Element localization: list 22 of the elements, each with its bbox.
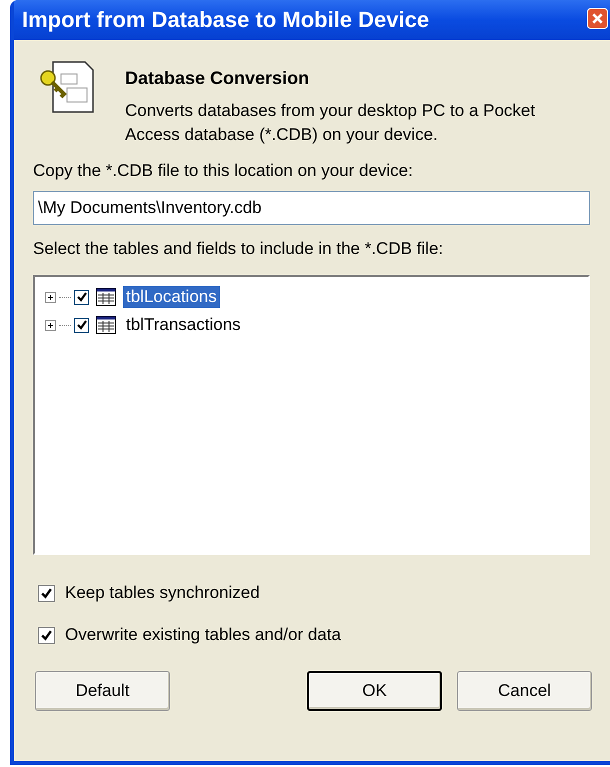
table-checkbox[interactable] bbox=[74, 318, 89, 332]
window-title: Import from Database to Mobile Device bbox=[22, 7, 430, 33]
location-label: Copy the *.CDB file to this location on your device: bbox=[33, 161, 414, 181]
tables-label: Select the tables and fields to include in the *.CDB file: bbox=[33, 239, 444, 259]
option-checkbox[interactable] bbox=[38, 584, 55, 602]
expand-icon[interactable] bbox=[45, 292, 56, 302]
location-field[interactable]: \My Documents\Inventory.cdb bbox=[33, 191, 590, 225]
tree-item[interactable]: tblTransactions bbox=[123, 314, 244, 336]
option-checkbox[interactable] bbox=[38, 626, 55, 644]
expand-icon[interactable] bbox=[45, 320, 56, 330]
dialog-button[interactable]: Cancel bbox=[457, 671, 592, 711]
dialog-button[interactable]: OK bbox=[307, 671, 442, 711]
option-label: Overwrite existing tables and/or data bbox=[65, 625, 341, 645]
tree-item[interactable]: tblLocations bbox=[123, 286, 220, 308]
table-icon bbox=[96, 288, 116, 306]
table-icon bbox=[96, 316, 116, 334]
table-checkbox[interactable] bbox=[74, 290, 89, 304]
section-title: Database Conversion bbox=[125, 68, 310, 89]
description-text: Converts databases from your desktop PC to a Pocket Access database (*.CDB) on your device. bbox=[125, 100, 536, 146]
close-icon[interactable] bbox=[587, 8, 608, 28]
option-label: Keep tables synchronized bbox=[65, 583, 260, 603]
dialog-button[interactable]: Default bbox=[35, 671, 170, 711]
